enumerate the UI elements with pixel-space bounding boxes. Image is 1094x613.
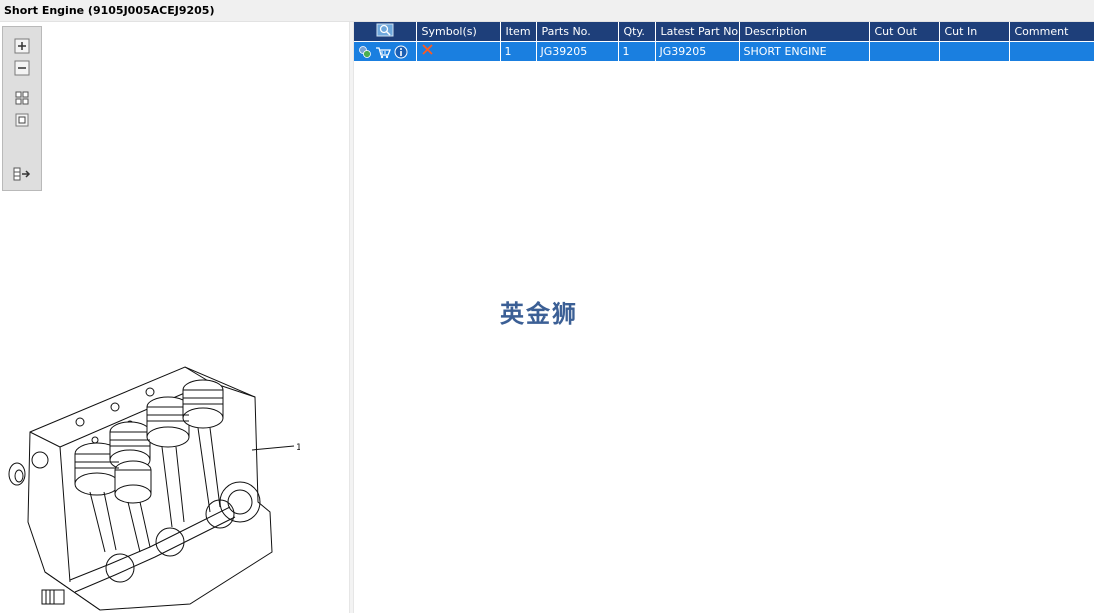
toggle-panel-icon[interactable] xyxy=(13,165,31,183)
table-row[interactable]: 1 JG39205 1 JG39205 SHORT ENGINE xyxy=(354,41,1094,61)
column-header-latest-part-no[interactable]: Latest Part No. xyxy=(655,22,740,42)
row-actions xyxy=(354,41,417,61)
column-header-symbols[interactable]: Symbol(s) xyxy=(416,22,501,42)
row-comment xyxy=(1009,41,1094,61)
window-title: Short Engine (9105J005ACEJ9205) xyxy=(0,0,1094,22)
parts-table: Symbol(s) Item Parts No. Qty. Latest Par… xyxy=(354,22,1094,61)
illustration-pane: 1 xyxy=(0,22,349,613)
fit-all-icon[interactable] xyxy=(13,89,31,107)
row-item: 1 xyxy=(500,41,537,61)
column-header-cut-out[interactable]: Cut Out xyxy=(869,22,940,42)
remove-icon xyxy=(421,44,433,55)
row-cut-out xyxy=(869,41,940,61)
column-header-cut-in[interactable]: Cut In xyxy=(939,22,1010,42)
row-latest-part-no: JG39205 xyxy=(655,41,740,61)
watermark: 英金狮 xyxy=(500,300,578,328)
column-header-qty[interactable]: Qty. xyxy=(618,22,656,42)
row-cut-in xyxy=(939,41,1010,61)
column-header-search[interactable] xyxy=(354,22,417,42)
column-header-comment[interactable]: Comment xyxy=(1009,22,1094,42)
callout-label: 1 xyxy=(296,443,300,453)
row-description: SHORT ENGINE xyxy=(739,41,870,61)
row-parts-no: JG39205 xyxy=(536,41,619,61)
actual-size-icon[interactable] xyxy=(13,111,31,129)
column-header-item[interactable]: Item xyxy=(500,22,537,42)
table-header-row: Symbol(s) Item Parts No. Qty. Latest Par… xyxy=(354,22,1094,42)
zoom-in-icon[interactable] xyxy=(13,37,31,55)
zoom-out-icon[interactable] xyxy=(13,59,31,77)
parts-detail-icon[interactable] xyxy=(358,45,372,59)
engine-illustration: 1 xyxy=(8,366,300,611)
viewer-toolbox xyxy=(2,26,42,191)
parts-list-pane: Symbol(s) Item Parts No. Qty. Latest Par… xyxy=(354,22,1094,613)
info-icon[interactable] xyxy=(394,45,408,59)
cart-icon[interactable] xyxy=(375,45,391,59)
column-header-description[interactable]: Description xyxy=(739,22,870,42)
search-icon[interactable] xyxy=(376,23,394,37)
column-header-parts-no[interactable]: Parts No. xyxy=(536,22,619,42)
row-symbol xyxy=(416,41,501,61)
row-qty: 1 xyxy=(618,41,656,61)
